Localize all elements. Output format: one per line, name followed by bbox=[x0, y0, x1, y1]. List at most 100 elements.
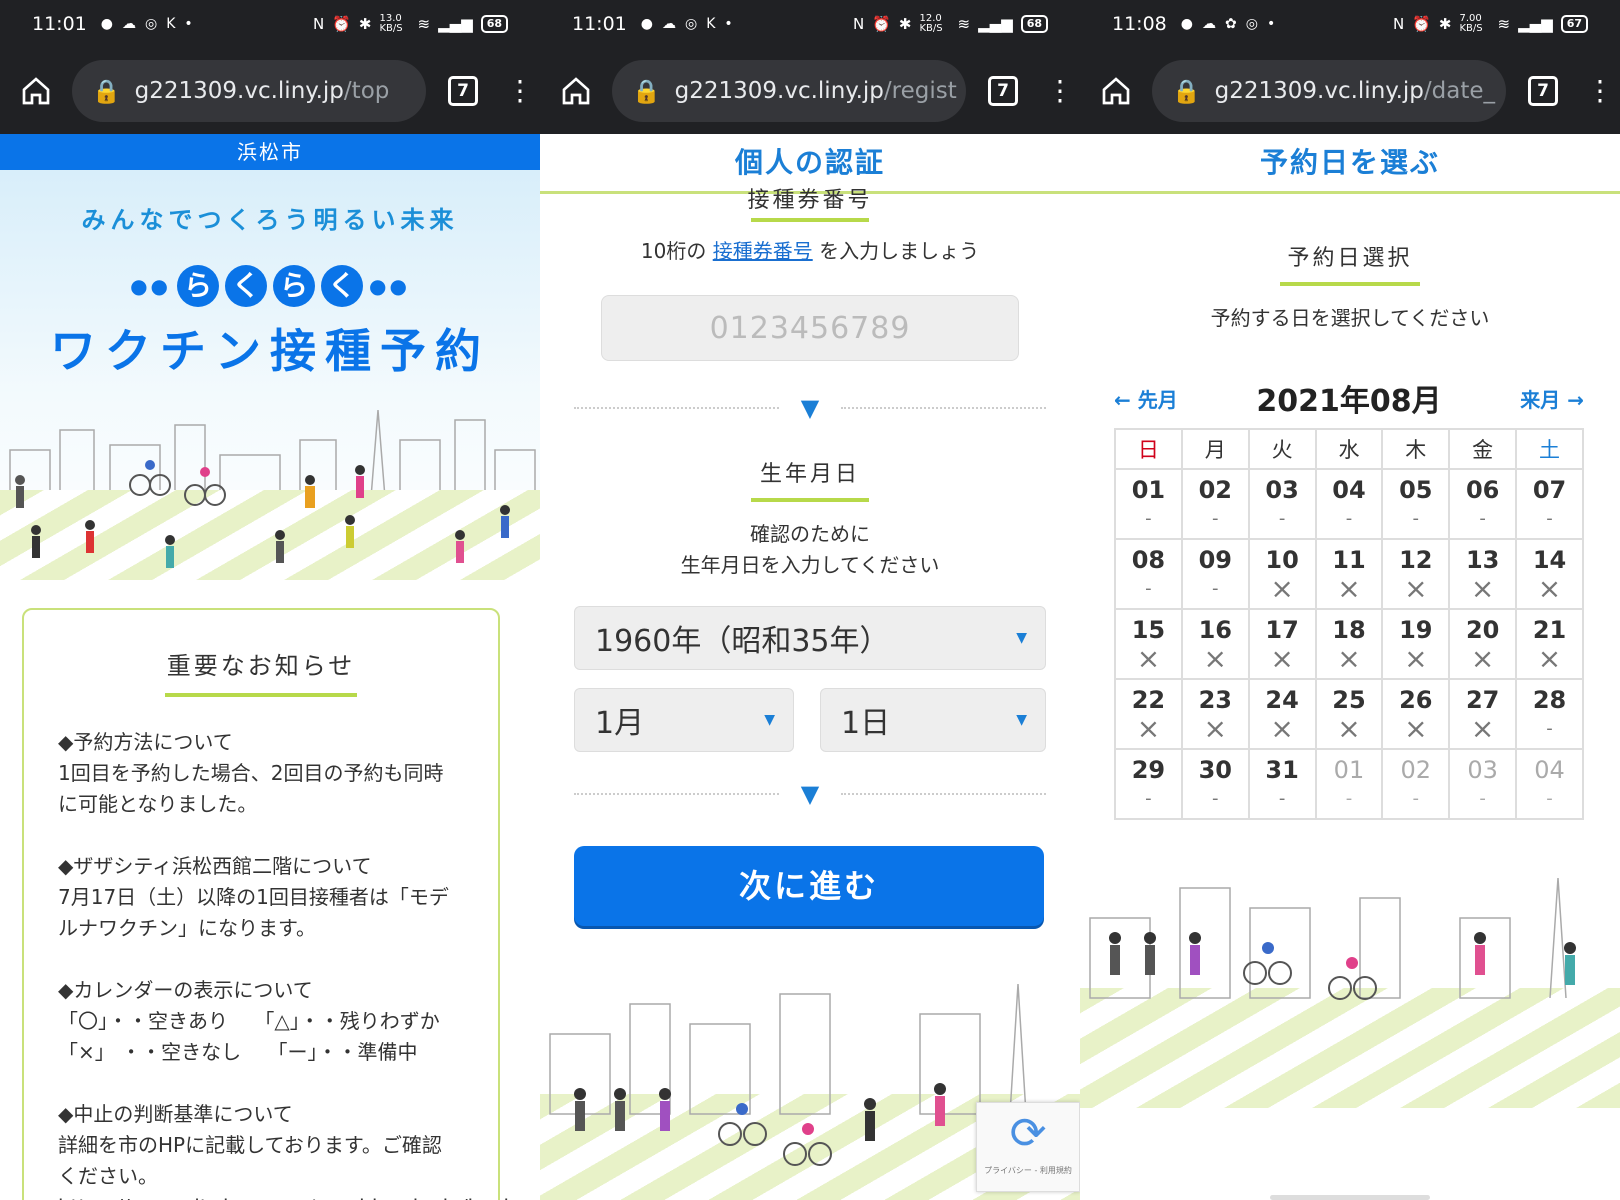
system-icons: N ⏰ ✱ 13.0 KB/S ≋ ▂▄▆ 68 bbox=[313, 14, 508, 34]
calendar-day[interactable]: 04 - bbox=[1515, 748, 1584, 820]
preparing-mark: - bbox=[1278, 788, 1286, 809]
birth-year-select[interactable]: 1960年（昭和35年） ▼ bbox=[574, 606, 1046, 670]
notice-item: ◆ザザシティ浜松西館二階について 7月17日（土）以降の1回目接種者は「モデ ル… bbox=[58, 854, 449, 940]
calendar-day[interactable]: 30 - bbox=[1180, 748, 1250, 820]
calendar-day[interactable]: 26 × bbox=[1381, 678, 1451, 750]
notification-icons: ● ☁ ◎ K • bbox=[641, 16, 733, 32]
system-icons: N ⏰ ✱ 7.00 KB/S ≋ ▂▄▆ 67 bbox=[1393, 14, 1588, 34]
dot-icon: • bbox=[184, 16, 193, 32]
calendar-day[interactable]: 08 - bbox=[1114, 538, 1183, 610]
unavailable-mark: × bbox=[1270, 572, 1294, 605]
calendar-day[interactable]: 13 × bbox=[1448, 538, 1518, 610]
battery-icon: 67 bbox=[1560, 15, 1588, 33]
unavailable-mark: × bbox=[1537, 572, 1562, 605]
day-number: 01 bbox=[1333, 756, 1365, 784]
signal-icon: ▂▄▆ bbox=[978, 15, 1013, 33]
calendar-day[interactable]: 10 × bbox=[1247, 538, 1317, 610]
calendar-day[interactable]: 03 - bbox=[1247, 468, 1317, 540]
more-menu-icon[interactable]: ⋮ bbox=[1586, 77, 1614, 105]
next-button[interactable]: 次に進む bbox=[574, 846, 1044, 926]
calendar-day[interactable]: 04 - bbox=[1314, 468, 1384, 540]
notice-item: ◆カレンダーの表示について 「〇」・・空きあり 「△」・・残りわずか 「×」 ・… bbox=[58, 978, 440, 1064]
url-domain: g221309.vc.liny.jp bbox=[674, 78, 884, 104]
calendar-day[interactable]: 15 × bbox=[1114, 608, 1183, 680]
calendar-day[interactable]: 03 - bbox=[1448, 748, 1518, 820]
day-number: 30 bbox=[1198, 756, 1232, 784]
day-number: 04 bbox=[1332, 476, 1366, 504]
wifi-icon: ≋ bbox=[1497, 15, 1511, 33]
ticket-number-input[interactable]: 0123456789 bbox=[601, 295, 1019, 361]
preparing-mark: - bbox=[1546, 718, 1553, 739]
notification-icons: ● ☁ ◎ K • bbox=[101, 16, 193, 32]
more-menu-icon[interactable]: ⋮ bbox=[1046, 77, 1074, 105]
calendar-day[interactable]: 12 × bbox=[1381, 538, 1451, 610]
calendar-day[interactable]: 23 × bbox=[1180, 678, 1250, 750]
calendar-day[interactable]: 01 - bbox=[1114, 468, 1183, 540]
calendar-day[interactable]: 19 × bbox=[1381, 608, 1451, 680]
instagram-icon: ◎ bbox=[1245, 16, 1258, 32]
unavailable-mark: × bbox=[1470, 572, 1495, 605]
preparing-mark: - bbox=[1479, 788, 1486, 809]
calendar-day[interactable]: 24 × bbox=[1247, 678, 1317, 750]
calendar-day[interactable]: 18 × bbox=[1314, 608, 1384, 680]
preparing-mark: - bbox=[1479, 508, 1486, 529]
home-icon[interactable] bbox=[1094, 69, 1138, 113]
panel-date: 11:08 ● ☁ ✿ ◎ • N ⏰ ✱ 7.00 KB/S ≋ ▂▄▆ 67 🔒 g221… bbox=[1080, 0, 1620, 1200]
more-menu-icon[interactable]: ⋮ bbox=[506, 77, 534, 105]
calendar-day[interactable]: 11 × bbox=[1314, 538, 1384, 610]
home-icon[interactable] bbox=[14, 69, 58, 113]
calendar-day[interactable]: 02 - bbox=[1180, 468, 1250, 540]
day-number: 16 bbox=[1198, 616, 1232, 644]
url-field[interactable]: 🔒 g221309.vc.liny.jp/regist bbox=[612, 60, 966, 122]
calendar-day[interactable]: 16 × bbox=[1180, 608, 1250, 680]
calendar-day[interactable]: 06 - bbox=[1448, 468, 1518, 540]
birth-year-value: 1960年（昭和35年） bbox=[595, 624, 890, 659]
calendar-day[interactable]: 31 - bbox=[1247, 748, 1317, 820]
birth-day-select[interactable]: 1日 ▼ bbox=[820, 688, 1046, 752]
calendar-day[interactable]: 25 × bbox=[1314, 678, 1384, 750]
weather-icon: ☁ bbox=[1201, 16, 1216, 32]
unavailable-mark: × bbox=[1203, 642, 1227, 675]
url-field[interactable]: 🔒 g221309.vc.liny.jp/date_ bbox=[1152, 60, 1506, 122]
calendar-day[interactable]: 27 × bbox=[1448, 678, 1518, 750]
step-divider: ▼ bbox=[574, 396, 1046, 420]
calendar-day[interactable]: 21 × bbox=[1515, 608, 1584, 680]
ks-icon: K bbox=[706, 16, 716, 32]
ticket-number-link[interactable]: 接種券番号 bbox=[713, 239, 813, 263]
calendar-day[interactable]: 14 × bbox=[1515, 538, 1584, 610]
day-number: 10 bbox=[1265, 546, 1299, 574]
birth-month-select[interactable]: 1月 ▼ bbox=[574, 688, 794, 752]
calendar-day[interactable]: 09 - bbox=[1180, 538, 1250, 610]
prev-month-button[interactable]: ← 先月 bbox=[1114, 384, 1178, 413]
calendar-day[interactable]: 17 × bbox=[1247, 608, 1317, 680]
calendar-week: 01 - 02 - 03 - 04 - 05 - 06 - 07 - bbox=[1114, 468, 1584, 540]
calendar-day[interactable]: 20 × bbox=[1448, 608, 1518, 680]
calendar-day[interactable]: 07 - bbox=[1515, 468, 1584, 540]
calendar-day[interactable]: 29 - bbox=[1114, 748, 1183, 820]
nfc-icon: N bbox=[853, 15, 865, 33]
url-field[interactable]: 🔒 g221309.vc.liny.jp/top bbox=[72, 60, 426, 122]
notice-url-link[interactable]: https://www.city.hamamatsu.shizuoka.jp/k… bbox=[58, 1192, 537, 1200]
unavailable-mark: × bbox=[1136, 642, 1161, 675]
tab-switcher-button[interactable]: 7 bbox=[448, 76, 478, 106]
calendar-day[interactable]: 22 × bbox=[1114, 678, 1183, 750]
city-banner: 浜松市 bbox=[0, 134, 540, 170]
ticket-guide-post: を入力しましょう bbox=[812, 239, 980, 263]
unavailable-mark: × bbox=[1404, 712, 1428, 745]
dob-guide: 確認のために 生年月日を入力してください bbox=[540, 519, 1080, 581]
tab-switcher-button[interactable]: 7 bbox=[988, 76, 1018, 106]
recaptcha-terms[interactable]: プライバシー - 利用規約 bbox=[977, 1165, 1079, 1176]
calendar-day[interactable]: 02 - bbox=[1381, 748, 1451, 820]
ticket-guide-pre: 10桁の bbox=[640, 239, 713, 263]
next-month-button[interactable]: 来月 → bbox=[1520, 384, 1584, 413]
home-icon[interactable] bbox=[554, 69, 598, 113]
day-number: 13 bbox=[1465, 546, 1500, 574]
line-icon: ● bbox=[640, 16, 653, 32]
calendar-day[interactable]: 28 - bbox=[1515, 678, 1584, 750]
calendar-day[interactable]: 01 - bbox=[1314, 748, 1384, 820]
recaptcha-badge[interactable]: ⟳ プライバシー - 利用規約 bbox=[976, 1102, 1080, 1192]
preparing-mark: - bbox=[1345, 788, 1353, 809]
calendar-day[interactable]: 05 - bbox=[1381, 468, 1451, 540]
tab-switcher-button[interactable]: 7 bbox=[1528, 76, 1558, 106]
url-path: /regist bbox=[883, 78, 957, 104]
